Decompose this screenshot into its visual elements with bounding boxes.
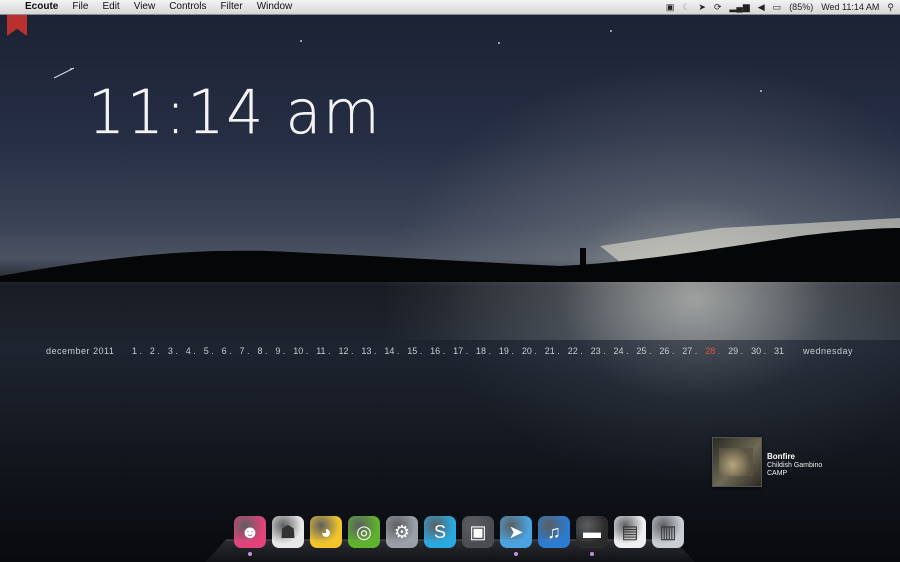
calendar-day: 19 . [498,346,514,356]
calendar-day: 12 . [338,346,354,356]
calendar-day: 31 [773,346,784,356]
menu-bar: Ecoute File Edit View Controls Filter Wi… [0,0,900,15]
calendar-day: 1 . [132,346,143,356]
track-album: CAMP [767,470,788,477]
calendar-day: 25 . [636,346,652,356]
album-cover [712,437,762,487]
calendar-day: 2 . [149,346,160,356]
calendar-day: 13 . [361,346,377,356]
calendar-day: 3 . [167,346,178,356]
menu-view[interactable]: View [127,0,163,14]
calendar-day: 28 . [705,346,721,356]
track-title: Bonfire [767,452,795,461]
house-silhouette [592,264,610,272]
calendar-day: 26 . [659,346,675,356]
calendar-month: december 2011 [46,346,115,356]
calendar-weekday: wednesday [803,346,854,356]
sync-status-icon[interactable]: ⟳ [714,0,722,14]
menu-app-name[interactable]: Ecoute [18,0,65,14]
pointer-status-icon[interactable]: ➤ [698,0,706,14]
calendar-day: 23 . [590,346,606,356]
calendar-day: 9 . [275,346,286,356]
calendar-day: 14 . [384,346,400,356]
running-indicator [590,552,594,556]
calendar-day: 16 . [430,346,446,356]
calendar-day: 17 . [453,346,469,356]
moon-status-icon[interactable]: ☾ [682,0,690,14]
calendar-day: 10 . [293,346,309,356]
calendar-strip: december 2011 1 . 2 . 3 . 4 . 5 . 6 . 7 . 8 . 9 … [0,346,900,360]
calendar-day: 5 . [203,346,214,356]
calendar-day: 30 . [751,346,767,356]
spotlight-search-icon[interactable]: ⚲ [887,0,894,14]
calendar-day: 22 . [567,346,583,356]
battery-icon[interactable]: ▭ [773,0,782,14]
paper-plane-icon[interactable]: ➤ [500,516,532,556]
menu-edit[interactable]: Edit [95,0,126,14]
itunes-icon[interactable]: ♫ [538,516,570,548]
screaming-app-icon[interactable]: ☻ [234,516,266,556]
calendar-day: 27 . [682,346,698,356]
dock-icons: ☻ ☗ ◕ ◎ ⚙ S ▣ ➤ ♫ ▬ ▤ ▥ [234,516,684,556]
cyberduck-icon[interactable]: ◕ [310,516,342,548]
menu-clock[interactable]: Wed 11:14 AM [821,2,879,12]
menu-controls[interactable]: Controls [162,0,213,14]
calendar-day: 6 . [221,346,232,356]
status-area: ▣ ☾ ➤ ⟳ ▂▄▆ ◀ ▭ (85%) Wed 11:14 AM ⚲ [666,0,894,14]
signal-status-icon[interactable]: ▂▄▆ [730,0,750,14]
lighthouse-silhouette [580,248,586,272]
skype-icon[interactable]: S [424,516,456,548]
dock: ☻ ☗ ◕ ◎ ⚙ S ▣ ➤ ♫ ▬ ▤ ▥ [205,516,695,562]
calendar-day: 4 . [185,346,196,356]
calendar-day: 8 . [257,346,268,356]
calendar-day: 11 . [316,346,331,356]
terminal-status-icon[interactable]: ▣ [666,0,675,14]
shooting-star [53,67,75,79]
desktop-clock: 11:14 am [88,76,382,148]
running-indicator [248,552,252,556]
now-playing-widget: Bonfire Childish Gambino CAMP [712,437,832,487]
calendar-day: 20 . [521,346,537,356]
document-icon[interactable]: ▤ [614,516,646,548]
running-indicator [514,552,518,556]
trash-icon[interactable]: ▥ [652,516,684,548]
activity-monitor-icon[interactable]: ▣ [462,516,494,548]
terminal-drive-icon[interactable]: ▬ [576,516,608,556]
calendar-days: 1 . 2 . 3 . 4 . 5 . 6 . 7 . 8 . 9 . 10 . 11 . 12 . 1… [132,346,784,356]
stormtrooper-icon[interactable]: ☗ [272,516,304,548]
menu-window[interactable]: Window [250,0,300,14]
calendar-day: 24 . [613,346,629,356]
calendar-day: 21 . [544,346,560,356]
podcast-icon[interactable]: ◎ [348,516,380,548]
volume-status-icon[interactable]: ◀ [758,0,765,14]
menu-file[interactable]: File [65,0,95,14]
calendar-day: 15 . [407,346,423,356]
steam-icon[interactable]: ⚙ [386,516,418,548]
calendar-day: 7 . [239,346,250,356]
menu-filter[interactable]: Filter [213,0,249,14]
calendar-day: 29 . [728,346,744,356]
battery-percent[interactable]: (85%) [789,2,813,12]
track-artist: Childish Gambino [767,462,823,469]
calendar-day: 18 . [476,346,492,356]
